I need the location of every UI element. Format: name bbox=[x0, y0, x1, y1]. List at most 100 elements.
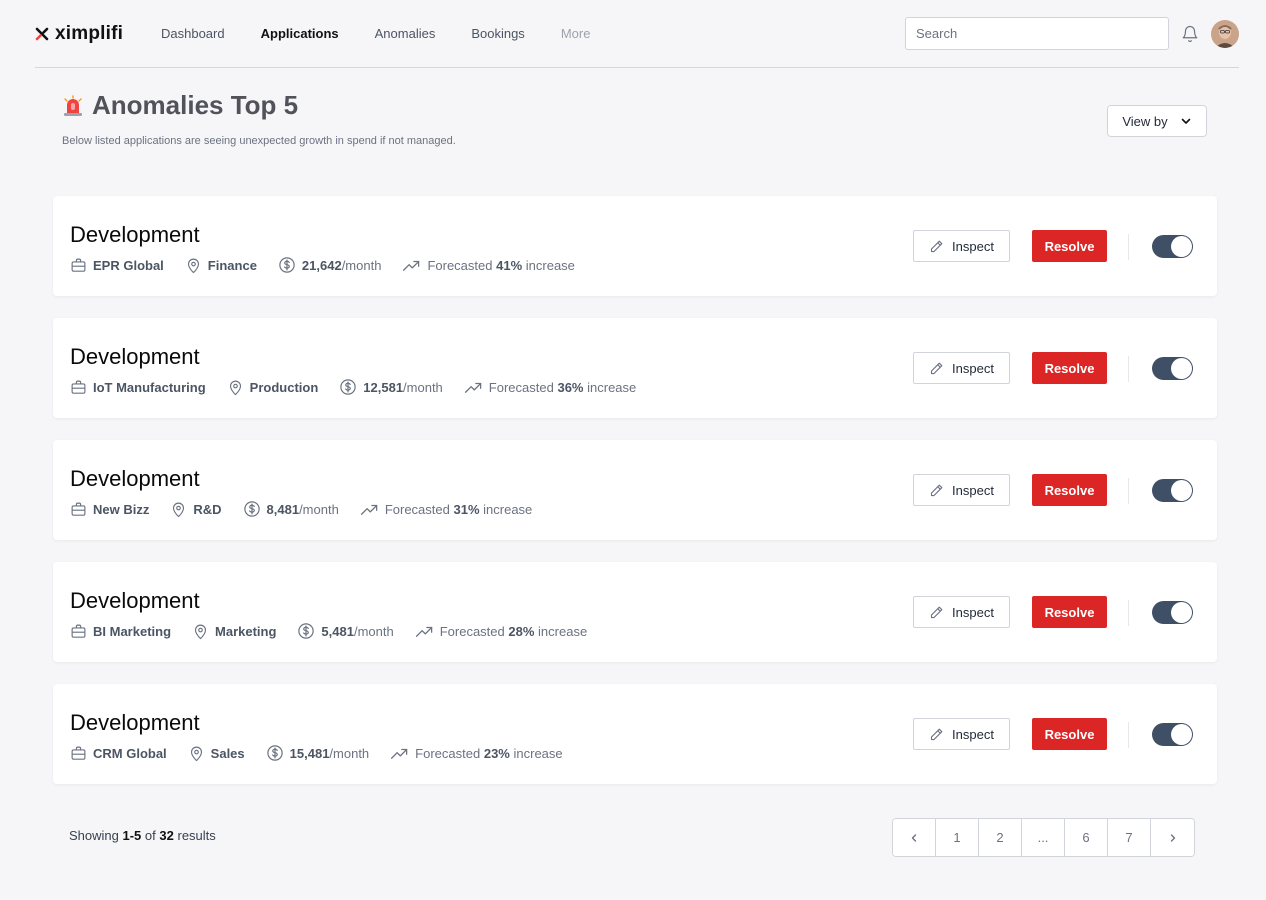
meta-forecast: Forecasted 31% increase bbox=[360, 502, 532, 517]
inspect-button[interactable]: Inspect bbox=[913, 718, 1010, 750]
page-button-1[interactable]: 1 bbox=[936, 819, 979, 856]
top-navigation: ximplifi Dashboard Applications Anomalie… bbox=[35, 0, 1239, 68]
page-ellipsis: ... bbox=[1022, 819, 1065, 856]
resolve-button[interactable]: Resolve bbox=[1032, 596, 1107, 628]
pagination: 1 2 ... 6 7 bbox=[892, 818, 1195, 857]
nav-link-anomalies[interactable]: Anomalies bbox=[375, 26, 436, 41]
inspect-label: Inspect bbox=[952, 604, 994, 620]
chevron-right-icon bbox=[1170, 833, 1175, 842]
inspect-button[interactable]: Inspect bbox=[913, 230, 1010, 262]
forecast-prefix: Forecasted bbox=[427, 257, 493, 273]
meta-department: R&D bbox=[170, 501, 222, 518]
resolve-button[interactable]: Resolve bbox=[1032, 352, 1107, 384]
forecast-percent: 31% bbox=[453, 501, 480, 517]
anomaly-card: Development IoT Manufacturing Production bbox=[53, 318, 1217, 418]
company-name: IoT Manufacturing bbox=[93, 379, 206, 395]
card-title: Development bbox=[70, 588, 200, 613]
enable-toggle[interactable] bbox=[1152, 723, 1193, 746]
results-range: 1-5 bbox=[122, 828, 142, 843]
divider bbox=[1128, 600, 1129, 626]
meta-spend: 21,642/month bbox=[278, 256, 382, 274]
page-header: Anomalies Top 5 Below listed application… bbox=[62, 90, 456, 147]
card-meta: New Bizz R&D 8,481/month Forecasted 31% … bbox=[70, 500, 553, 518]
card-title: Development bbox=[70, 710, 200, 735]
enable-toggle[interactable] bbox=[1152, 357, 1193, 380]
inspect-label: Inspect bbox=[952, 482, 994, 498]
divider bbox=[1128, 356, 1129, 382]
anomaly-card: Development New Bizz R&D 8,481 /month Fo… bbox=[53, 440, 1217, 540]
page-title-text: Anomalies Top 5 bbox=[92, 90, 299, 120]
page-button-7[interactable]: 7 bbox=[1108, 819, 1151, 856]
anomaly-card: Development CRM Global Sales 15,481 /mon… bbox=[53, 684, 1217, 784]
location-pin-icon bbox=[194, 624, 207, 639]
spend-amount: 15,481 bbox=[289, 745, 330, 761]
resolve-button[interactable]: Resolve bbox=[1032, 718, 1107, 750]
spend-amount: 8,481 bbox=[266, 501, 300, 517]
nav-link-applications[interactable]: Applications bbox=[261, 26, 339, 41]
nav-link-bookings[interactable]: Bookings bbox=[471, 26, 524, 41]
meta-spend: 8,481/month bbox=[243, 500, 339, 518]
forecast-percent: 23% bbox=[483, 745, 510, 761]
inspect-button[interactable]: Inspect bbox=[913, 474, 1010, 506]
spend-suffix: /month bbox=[341, 257, 382, 273]
inspect-button[interactable]: Inspect bbox=[913, 352, 1010, 384]
anomaly-card: Development EPR Global Finance 21,642 /m… bbox=[53, 196, 1217, 296]
user-avatar-icon bbox=[1211, 19, 1239, 48]
nav-link-more[interactable]: More bbox=[561, 26, 591, 41]
brand-logo[interactable]: ximplifi bbox=[35, 23, 161, 45]
forecast-suffix: increase bbox=[483, 501, 533, 517]
meta-company: EPR Global bbox=[70, 257, 164, 274]
enable-toggle[interactable] bbox=[1152, 601, 1193, 624]
meta-forecast: Forecasted 41% increase bbox=[402, 257, 575, 273]
page-button-2[interactable]: 2 bbox=[979, 819, 1022, 856]
divider bbox=[1128, 234, 1129, 260]
prev-page-button[interactable] bbox=[893, 819, 936, 856]
next-page-button[interactable] bbox=[1151, 819, 1194, 856]
card-title: Development bbox=[70, 222, 200, 247]
enable-toggle[interactable] bbox=[1152, 235, 1193, 258]
pencil-icon bbox=[930, 240, 943, 252]
pencil-icon bbox=[930, 484, 943, 496]
view-by-label: View by bbox=[1122, 113, 1168, 129]
resolve-button[interactable]: Resolve bbox=[1032, 474, 1107, 506]
nav-link-dashboard[interactable]: Dashboard bbox=[161, 26, 225, 41]
avatar[interactable] bbox=[1211, 19, 1239, 48]
location-pin-icon bbox=[190, 746, 202, 761]
trending-up-icon bbox=[415, 626, 432, 637]
company-name: CRM Global bbox=[93, 745, 167, 761]
trending-up-icon bbox=[391, 748, 408, 759]
trending-up-icon bbox=[464, 382, 482, 393]
forecast-prefix: Forecasted bbox=[415, 745, 481, 761]
briefcase-icon bbox=[71, 258, 86, 272]
toggle-knob bbox=[1171, 480, 1192, 501]
inspect-button[interactable]: Inspect bbox=[913, 596, 1010, 628]
bell-icon[interactable] bbox=[1181, 25, 1199, 43]
nav-right bbox=[905, 17, 1239, 50]
card-meta: CRM Global Sales 15,481/month Forecasted… bbox=[70, 744, 584, 762]
meta-forecast: Forecasted 23% increase bbox=[390, 745, 563, 761]
meta-spend: 15,481/month bbox=[266, 744, 369, 762]
resolve-button[interactable]: Resolve bbox=[1032, 230, 1107, 262]
siren-icon bbox=[64, 94, 82, 116]
forecast-suffix: increase bbox=[525, 257, 575, 273]
nav-links: Dashboard Applications Anomalies Booking… bbox=[161, 26, 626, 41]
dollar-circle-icon bbox=[298, 623, 315, 639]
department-name: Production bbox=[249, 379, 319, 395]
toggle-knob bbox=[1171, 358, 1192, 379]
ximplifi-logo-icon bbox=[35, 27, 49, 40]
page-button-6[interactable]: 6 bbox=[1065, 819, 1108, 856]
page-subtitle: Below listed applications are seeing une… bbox=[62, 135, 456, 147]
trending-up-icon bbox=[360, 504, 378, 515]
view-by-dropdown[interactable]: View by bbox=[1107, 105, 1207, 137]
meta-company: New Bizz bbox=[70, 501, 149, 518]
enable-toggle[interactable] bbox=[1152, 479, 1193, 502]
location-pin-icon bbox=[173, 502, 185, 517]
card-meta: IoT Manufacturing Production 12,581/mont… bbox=[70, 378, 657, 396]
meta-company: CRM Global bbox=[70, 745, 167, 762]
search-input[interactable] bbox=[905, 17, 1169, 50]
dollar-circle-icon bbox=[266, 745, 283, 761]
spend-suffix: /month bbox=[353, 623, 394, 639]
anomaly-card: Development BI Marketing Marketing 5,481… bbox=[53, 562, 1217, 662]
forecast-suffix: increase bbox=[538, 623, 588, 639]
briefcase-icon bbox=[71, 624, 86, 638]
